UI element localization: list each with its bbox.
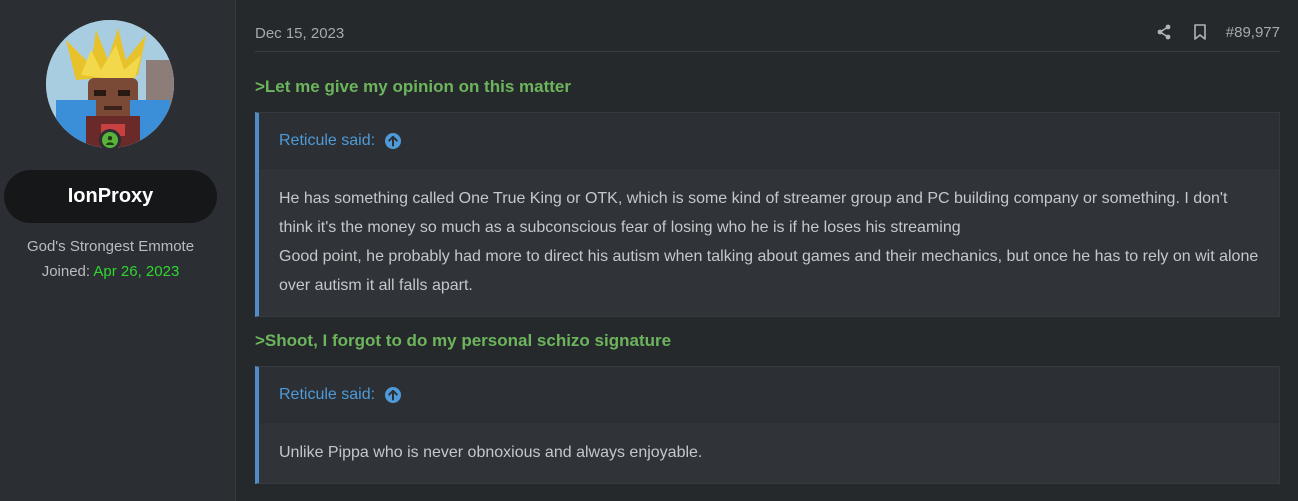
- bookmark-icon[interactable]: [1190, 22, 1210, 42]
- post-date[interactable]: Dec 15, 2023: [255, 25, 344, 42]
- quote-author[interactable]: Reticule said:: [279, 132, 375, 150]
- quote-text: Good point, he probably had more to dire…: [279, 248, 1259, 294]
- quote-attribution[interactable]: Reticule said:: [259, 367, 1279, 423]
- quote-block: Reticule said: Unlike Pippa who is never…: [255, 366, 1280, 484]
- quote-body: He has something called One True King or…: [259, 169, 1279, 316]
- quote-body: Unlike Pippa who is never obnoxious and …: [259, 423, 1279, 483]
- greentext-line: >Let me give my opinion on this matter: [255, 77, 571, 96]
- quote-block: Reticule said: He has something called O…: [255, 112, 1280, 317]
- user-joined: Joined: Apr 26, 2023: [0, 263, 221, 280]
- joined-label: Joined:: [41, 263, 91, 280]
- online-status-icon: [99, 129, 121, 151]
- share-icon[interactable]: [1154, 22, 1174, 42]
- quote-text: Unlike Pippa who is never obnoxious and …: [279, 444, 703, 461]
- user-panel: IonProxy God's Strongest Emmote Joined: …: [0, 0, 236, 501]
- greentext-line: >Shoot, I forgot to do my personal schiz…: [255, 331, 672, 350]
- jump-to-quote-icon[interactable]: [384, 132, 402, 150]
- post-actions: #89,977: [1154, 22, 1280, 42]
- username[interactable]: IonProxy: [4, 170, 217, 223]
- jump-to-quote-icon[interactable]: [384, 386, 402, 404]
- post-header: Dec 15, 2023 #89,977: [255, 18, 1280, 52]
- quote-attribution[interactable]: Reticule said:: [259, 113, 1279, 169]
- joined-date: Apr 26, 2023: [93, 263, 180, 280]
- user-title: God's Strongest Emmote: [26, 238, 195, 255]
- post-number-link[interactable]: #89,977: [1226, 24, 1280, 41]
- quote-author[interactable]: Reticule said:: [279, 386, 375, 404]
- quote-text: He has something called One True King or…: [279, 190, 1228, 236]
